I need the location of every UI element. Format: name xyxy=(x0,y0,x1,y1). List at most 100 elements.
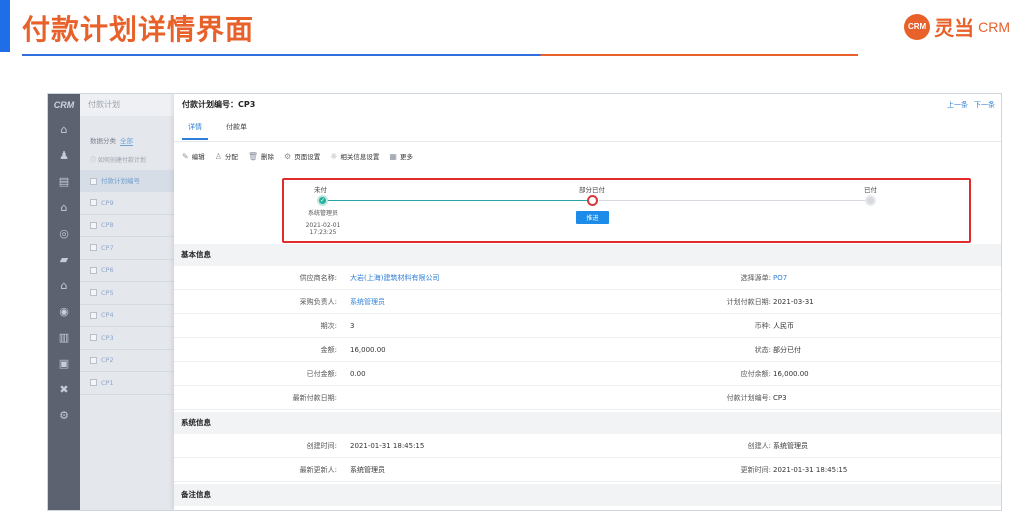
filter-label: 数据分类 xyxy=(90,137,116,145)
edit-button[interactable]: ✎ 编辑 xyxy=(182,151,205,162)
field-value: CP3 xyxy=(773,394,787,402)
field-label: 最新付款日期: xyxy=(292,394,337,402)
assign-button[interactable]: ♙ 分配 xyxy=(214,151,238,162)
detail-panel: 付款计划编号：CP3 上一条 下一条 详情 付款单 ✎ 编辑 ♙ 分配 🗑 删除 ⚙ 页… xyxy=(174,94,1001,510)
field-label: 采购负责人: xyxy=(299,298,337,306)
circle-icon[interactable]: ◎ xyxy=(48,220,80,246)
check-icon: ✓ xyxy=(317,195,328,206)
brand-name-en: CRM xyxy=(978,18,1010,35)
related-settings-button[interactable]: ☼ 相关信息设置 xyxy=(330,151,379,162)
gear-icon[interactable]: ⚙ xyxy=(48,402,80,428)
source-order-link[interactable]: PO7 xyxy=(773,266,787,290)
field-label: 应付余额: xyxy=(740,370,771,378)
list-item[interactable]: CP8 xyxy=(80,215,174,237)
doc-icon[interactable]: ▤ xyxy=(48,168,80,194)
chart-icon[interactable]: ▥ xyxy=(48,324,80,350)
field-row: 期次: 3 币种: 人民币 xyxy=(174,314,1001,338)
field-value: 2021-01-31 18:45:15 xyxy=(350,442,425,450)
field-value: 人民币 xyxy=(773,322,794,330)
list-item[interactable]: CP6 xyxy=(80,260,174,282)
assign-icon: ♙ xyxy=(214,151,222,161)
row-checkbox[interactable] xyxy=(90,266,97,274)
list-item[interactable]: CP9 xyxy=(80,192,174,215)
row-checkbox[interactable] xyxy=(90,379,97,387)
stage-node-current xyxy=(587,195,598,206)
stage-label-partial: 部分已付 xyxy=(579,186,605,194)
field-row: 已付金额: 0.00 应付余额: 16,000.00 xyxy=(174,362,1001,386)
brand-logo: CRM 灵当 CRM xyxy=(904,12,1010,41)
field-row: 金额: 16,000.00 状态: 部分已付 xyxy=(174,338,1001,362)
store-icon[interactable]: ⌂ xyxy=(48,272,80,298)
home-icon[interactable]: ⌂ xyxy=(48,116,80,142)
list-item[interactable]: CP2 xyxy=(80,350,174,372)
list-item-label: CP5 xyxy=(101,288,114,297)
list-title: 付款计划 xyxy=(80,94,174,116)
next-record-link[interactable]: 下一条 xyxy=(974,100,995,110)
buyer-link[interactable]: 系统管理员 xyxy=(350,290,385,314)
select-all-checkbox[interactable] xyxy=(90,177,97,185)
help-hint[interactable]: ⓘ 如何创建付款计划 xyxy=(80,152,174,170)
page-settings-label: 页面设置 xyxy=(294,153,321,161)
help-icon: ⓘ xyxy=(90,157,98,164)
edit-icon: ✎ xyxy=(182,151,189,161)
tools-icon[interactable]: ✖ xyxy=(48,376,80,402)
row-checkbox[interactable] xyxy=(90,244,97,252)
list-item[interactable]: CP1 xyxy=(80,372,174,395)
prev-record-link[interactable]: 上一条 xyxy=(947,100,968,110)
field-label: 期次: xyxy=(320,322,337,330)
row-checkbox[interactable] xyxy=(90,289,97,297)
page-settings-button[interactable]: ⚙ 页面设置 xyxy=(284,151,321,162)
edit-label: 编辑 xyxy=(191,153,205,161)
supplier-link[interactable]: 大岩(上海)建筑材料有限公司 xyxy=(350,266,439,290)
list-item[interactable]: CP5 xyxy=(80,282,174,305)
advance-button[interactable]: 推进 xyxy=(576,211,609,224)
data-filter[interactable]: 数据分类 全部 xyxy=(80,130,174,152)
row-checkbox[interactable] xyxy=(90,221,97,229)
stage-time: 17:23:25 xyxy=(309,229,337,236)
field-row: 供应商名称: 大岩(上海)建筑材料有限公司 选择源单: PO7 xyxy=(174,266,1001,290)
left-nav: CRM ⌂ ♟ ▤ ⌂ ◎ ▰ ⌂ ◉ ▥ ▣ ✖ ⚙ xyxy=(48,94,80,510)
tabs-divider xyxy=(174,141,1001,142)
tab-details[interactable]: 详情 xyxy=(182,122,208,140)
stage-tracker: 未付 部分已付 已付 ✓ 系统管理员 2021-02-01 17:23:25 推… xyxy=(282,178,971,243)
related-settings-icon: ☼ xyxy=(330,151,338,161)
user-icon[interactable]: ♟ xyxy=(48,142,80,168)
stage-track-pending xyxy=(599,200,869,201)
slide-accent-bar xyxy=(0,0,10,52)
help-text: 如何创建付款计划 xyxy=(97,157,146,164)
stage-user: 系统管理员 xyxy=(307,210,338,217)
field-row: 创建时间: 2021-01-31 18:45:15 创建人: 系统管理员 xyxy=(174,434,1001,458)
section-remarks: 备注信息 xyxy=(174,484,1001,506)
assign-label: 分配 xyxy=(224,153,238,161)
more-button[interactable]: ▦ 更多 xyxy=(389,151,413,162)
list-item[interactable]: CP3 xyxy=(80,327,174,350)
filter-value[interactable]: 全部 xyxy=(120,137,133,146)
folder-icon[interactable]: ▰ xyxy=(48,246,80,272)
report-icon[interactable]: ▣ xyxy=(48,350,80,376)
row-checkbox[interactable] xyxy=(90,199,97,207)
list-item-label: CP8 xyxy=(101,221,114,230)
field-row: 最新更新人: 系统管理员 更新时间: 2021-01-31 18:45:15 xyxy=(174,458,1001,482)
app-window: CRM ⌂ ♟ ▤ ⌂ ◎ ▰ ⌂ ◉ ▥ ▣ ✖ ⚙ 付款计划 数据分类 全部 … xyxy=(47,93,1002,511)
row-checkbox[interactable] xyxy=(90,334,97,342)
stage-node-paid xyxy=(865,195,876,206)
shield-icon[interactable]: ◉ xyxy=(48,298,80,324)
field-row: 采购负责人: 系统管理员 计划付款日期: 2021-03-31 xyxy=(174,290,1001,314)
list-header: 付款计划编号 xyxy=(80,170,174,192)
row-checkbox[interactable] xyxy=(90,356,97,364)
brand-bubble-icon: CRM xyxy=(904,13,931,40)
building-icon[interactable]: ⌂ xyxy=(48,194,80,220)
delete-button[interactable]: 🗑 删除 xyxy=(248,151,275,162)
list-item[interactable]: CP4 xyxy=(80,305,174,327)
field-label: 计划付款日期: xyxy=(726,298,771,306)
stage-track-done xyxy=(323,200,593,201)
section-system-info: 系统信息 xyxy=(174,412,1001,434)
list-item[interactable]: CP7 xyxy=(80,237,174,260)
delete-label: 删除 xyxy=(261,153,275,161)
tab-payment-orders[interactable]: 付款单 xyxy=(226,122,247,140)
row-checkbox[interactable] xyxy=(90,311,97,319)
detail-title: 付款计划编号：CP3 xyxy=(182,100,256,109)
page-settings-icon: ⚙ xyxy=(284,151,292,161)
field-value: 3 xyxy=(350,322,355,330)
field-label: 最新更新人: xyxy=(299,466,337,474)
